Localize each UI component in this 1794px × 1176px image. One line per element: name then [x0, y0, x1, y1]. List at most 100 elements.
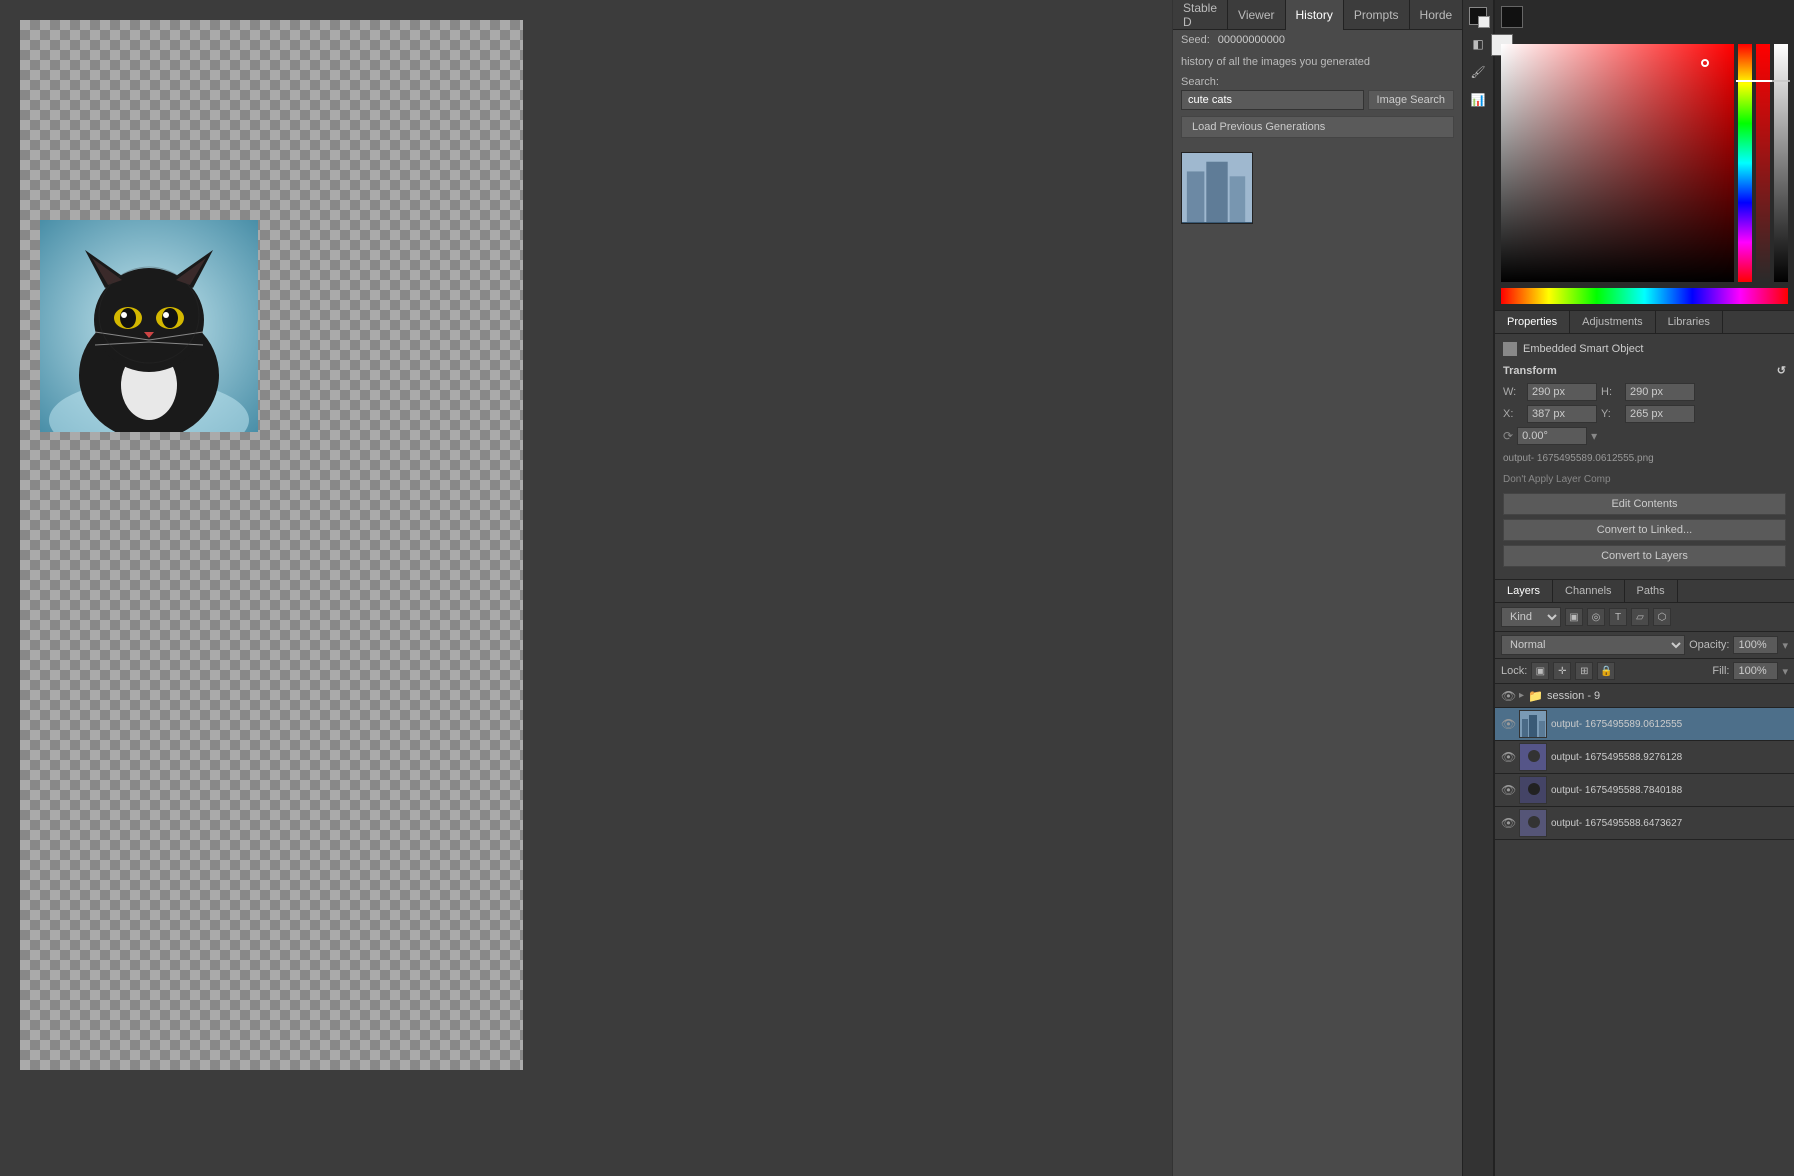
tab-horde[interactable]: Horde: [1410, 0, 1464, 30]
search-input[interactable]: [1181, 90, 1364, 110]
group-name: session - 9: [1547, 690, 1600, 702]
opacity-chevron[interactable]: ▾: [1782, 639, 1788, 652]
tab-history[interactable]: History: [1286, 0, 1344, 30]
angle-icon: ⟳: [1503, 429, 1513, 443]
filter-type-icon[interactable]: T: [1609, 608, 1627, 626]
layer-0-thumb: [1519, 710, 1547, 738]
group-fold-icon[interactable]: ▸: [1519, 690, 1524, 701]
history-thumbnail-0[interactable]: [1181, 152, 1253, 224]
layer-1-eye[interactable]: 👁: [1501, 750, 1515, 764]
lock-label: Lock:: [1501, 665, 1527, 677]
canvas-wrapper: [20, 20, 523, 1070]
layer-1-name: output- 1675495588.9276128: [1551, 752, 1788, 763]
filename-text: output- 1675495589.0612555.png: [1503, 449, 1786, 468]
brush-icon[interactable]: 🖌: [1466, 60, 1490, 84]
y-input[interactable]: [1625, 405, 1695, 423]
load-previous-button[interactable]: Load Previous Generations: [1181, 116, 1454, 138]
properties-panel: Properties Adjustments Libraries Embedde…: [1495, 310, 1794, 579]
cat-image[interactable]: [40, 220, 258, 432]
tab-paths[interactable]: Paths: [1625, 580, 1678, 602]
lock-pixel-btn[interactable]: ▣: [1531, 662, 1549, 680]
history-state-icon[interactable]: ◧: [1466, 32, 1490, 56]
layers-panel: Layers Channels Paths Kind ▣ ◎ T ▱ ⬡ Nor…: [1495, 579, 1794, 1176]
properties-tabs: Properties Adjustments Libraries: [1495, 311, 1794, 334]
properties-section-title: Embedded Smart Object: [1503, 342, 1786, 356]
transform-reset-icon[interactable]: ↺: [1777, 364, 1786, 377]
layer-3-eye[interactable]: 👁: [1501, 816, 1515, 830]
lock-all-btn[interactable]: 🔒: [1597, 662, 1615, 680]
opacity-slider[interactable]: [1756, 44, 1770, 282]
layer-0-eye[interactable]: 👁: [1501, 717, 1515, 731]
filter-adjust-icon[interactable]: ◎: [1587, 608, 1605, 626]
layer-0-name: output- 1675495589.0612555: [1551, 719, 1788, 730]
color-gradient-main[interactable]: [1501, 44, 1734, 282]
lock-row: Lock: ▣ ✛ ⊞ 🔒 Fill: ▾: [1495, 659, 1794, 684]
lock-move-btn[interactable]: ✛: [1553, 662, 1571, 680]
layer-item-1[interactable]: 👁 output- 1675495588.9276128: [1495, 741, 1794, 774]
blend-mode-select[interactable]: Normal: [1501, 635, 1685, 655]
transform-title: Transform ↺: [1503, 364, 1786, 377]
layer-1-thumb: [1519, 743, 1547, 771]
layer-group[interactable]: 👁 ▸ 📁 session - 9: [1495, 684, 1794, 708]
angle-input[interactable]: [1517, 427, 1587, 445]
seed-value: 00000000000: [1218, 34, 1285, 46]
position-row: X: Y:: [1503, 405, 1786, 423]
group-visibility-icon[interactable]: 👁: [1501, 689, 1515, 703]
ps-icon-sidebar: ◧ 🖌 📊: [1462, 0, 1494, 1176]
layer-2-thumb: [1519, 776, 1547, 804]
opacity-input[interactable]: [1733, 636, 1778, 654]
history-description: history of all the images you generated: [1173, 50, 1462, 74]
tab-properties[interactable]: Properties: [1495, 311, 1570, 333]
angle-chevron[interactable]: ▾: [1591, 429, 1597, 443]
tab-libraries[interactable]: Libraries: [1656, 311, 1723, 333]
x-input[interactable]: [1527, 405, 1597, 423]
width-input[interactable]: [1527, 383, 1597, 401]
layer-2-name: output- 1675495588.7840188: [1551, 785, 1788, 796]
search-label: Search:: [1173, 74, 1462, 90]
color-swatch-icon[interactable]: [1466, 4, 1490, 28]
layer-item-0[interactable]: 👁 output- 1675495589.0612555: [1495, 708, 1794, 741]
angle-row: ⟳ ▾: [1503, 427, 1786, 445]
hue-slider[interactable]: [1738, 44, 1752, 282]
image-search-button[interactable]: Image Search: [1368, 90, 1454, 110]
folder-icon: 📁: [1528, 689, 1543, 703]
color-gradient-picker[interactable]: [1495, 44, 1794, 288]
layer-item-3[interactable]: 👁 output- 1675495588.6473627: [1495, 807, 1794, 840]
filter-shape-icon[interactable]: ▱: [1631, 608, 1649, 626]
smart-object-icon: [1503, 342, 1517, 356]
thumbnail-grid: [1173, 144, 1462, 232]
layer-2-eye[interactable]: 👁: [1501, 783, 1515, 797]
filter-smart-icon[interactable]: ⬡: [1653, 608, 1671, 626]
foreground-swatch[interactable]: [1501, 6, 1523, 28]
blend-row: Normal Opacity: ▾: [1495, 632, 1794, 659]
hue-spectrum-bar[interactable]: [1501, 288, 1788, 304]
tab-prompts[interactable]: Prompts: [1344, 0, 1410, 30]
layer-3-name: output- 1675495588.6473627: [1551, 818, 1788, 829]
fill-input[interactable]: [1733, 662, 1778, 680]
fill-label: Fill:: [1712, 665, 1729, 677]
nav-tabs: Stable D Viewer History Prompts Horde Se…: [1173, 0, 1462, 30]
layer-item-2[interactable]: 👁 output- 1675495588.7840188: [1495, 774, 1794, 807]
tab-stable-d[interactable]: Stable D: [1173, 0, 1228, 30]
tab-adjustments[interactable]: Adjustments: [1570, 311, 1656, 333]
kind-select[interactable]: Kind: [1501, 607, 1561, 627]
apply-comp-text: Don't Apply Layer Comp: [1503, 472, 1786, 487]
levels-icon[interactable]: 📊: [1466, 88, 1490, 112]
tab-channels[interactable]: Channels: [1553, 580, 1624, 602]
tab-layers[interactable]: Layers: [1495, 580, 1553, 602]
tab-viewer[interactable]: Viewer: [1228, 0, 1285, 30]
height-input[interactable]: [1625, 383, 1695, 401]
color-picker-area[interactable]: [1495, 0, 1794, 310]
lightness-slider[interactable]: [1774, 44, 1788, 282]
search-row: Image Search: [1173, 90, 1462, 116]
filter-pixel-icon[interactable]: ▣: [1565, 608, 1583, 626]
layer-3-thumb: [1519, 809, 1547, 837]
canvas-area: [0, 0, 1172, 1176]
ps-right-panel: Properties Adjustments Libraries Embedde…: [1494, 0, 1794, 1176]
layers-toolbar: Kind ▣ ◎ T ▱ ⬡: [1495, 603, 1794, 632]
convert-linked-button[interactable]: Convert to Linked...: [1503, 519, 1786, 541]
edit-contents-button[interactable]: Edit Contents: [1503, 493, 1786, 515]
convert-layers-button[interactable]: Convert to Layers: [1503, 545, 1786, 567]
fill-chevron[interactable]: ▾: [1782, 665, 1788, 678]
lock-artboard-btn[interactable]: ⊞: [1575, 662, 1593, 680]
